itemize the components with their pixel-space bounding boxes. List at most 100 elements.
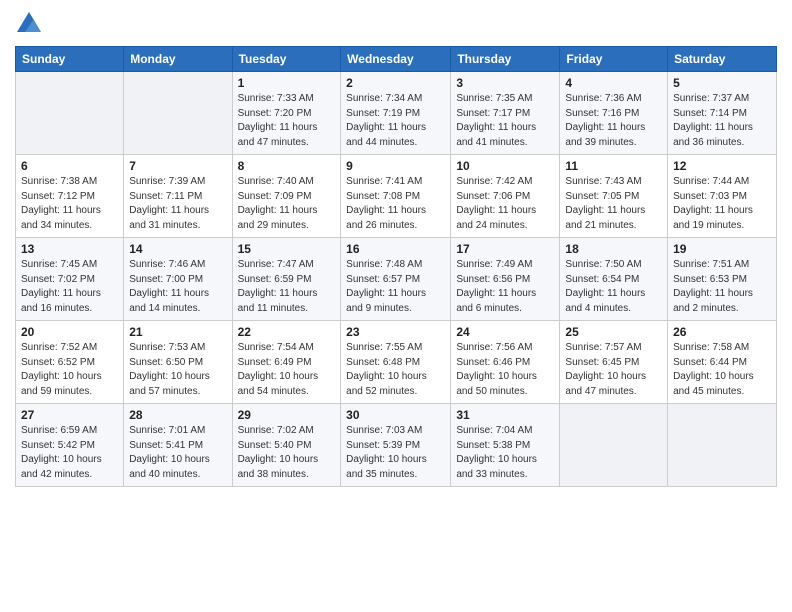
day-info: Sunrise: 7:36 AM Sunset: 7:16 PM Dayligh… [565,92,662,150]
day-number: 12 [673,159,771,173]
day-number: 8 [238,159,336,173]
day-info: Sunrise: 7:46 AM Sunset: 7:00 PM Dayligh… [129,258,226,316]
calendar-cell: 2Sunrise: 7:34 AM Sunset: 7:19 PM Daylig… [341,72,451,155]
day-info: Sunrise: 7:39 AM Sunset: 7:11 PM Dayligh… [129,175,226,233]
day-number: 21 [129,325,226,339]
calendar-cell: 1 Sunrise: 7:33 AM Sunset: 7:20 PM Daylig… [232,72,341,155]
calendar-cell: 9 Sunrise: 7:41 AM Sunset: 7:08 PM Daylig… [341,155,451,238]
calendar-cell: 31 Sunrise: 7:04 AM Sunset: 5:38 PM Dayli… [451,404,560,487]
calendar-cell [16,72,124,155]
calendar-cell: 25Sunrise: 7:57 AM Sunset: 6:45 PM Dayli… [560,321,668,404]
day-number: 4 [565,76,662,90]
week-row-3: 13Sunrise: 7:45 AM Sunset: 7:02 PM Dayli… [16,238,777,321]
day-info: Sunrise: 7:04 AM Sunset: 5:38 PM Dayligh… [456,424,554,482]
day-info: Sunrise: 7:35 AM Sunset: 7:17 PM Dayligh… [456,92,554,150]
day-number: 6 [21,159,118,173]
calendar-cell: 19 Sunrise: 7:51 AM Sunset: 6:53 PM Dayli… [668,238,777,321]
calendar-cell: 8 Sunrise: 7:40 AM Sunset: 7:09 PM Daylig… [232,155,341,238]
day-number: 11 [565,159,662,173]
day-info: Sunrise: 7:42 AM Sunset: 7:06 PM Dayligh… [456,175,554,233]
calendar-cell: 16 Sunrise: 7:48 AM Sunset: 6:57 PM Dayli… [341,238,451,321]
calendar-cell: 20 Sunrise: 7:52 AM Sunset: 6:52 PM Dayli… [16,321,124,404]
calendar-cell: 27 Sunrise: 6:59 AM Sunset: 5:42 PM Dayli… [16,404,124,487]
day-info: Sunrise: 7:54 AM Sunset: 6:49 PM Dayligh… [238,341,336,399]
calendar-cell: 5 Sunrise: 7:37 AM Sunset: 7:14 PM Daylig… [668,72,777,155]
day-info: Sunrise: 7:49 AM Sunset: 6:56 PM Dayligh… [456,258,554,316]
day-info: Sunrise: 7:40 AM Sunset: 7:09 PM Dayligh… [238,175,336,233]
day-number: 27 [21,408,118,422]
day-number: 30 [346,408,445,422]
day-info: Sunrise: 7:43 AM Sunset: 7:05 PM Dayligh… [565,175,662,233]
calendar-cell: 15 Sunrise: 7:47 AM Sunset: 6:59 PM Dayli… [232,238,341,321]
day-info: Sunrise: 7:55 AM Sunset: 6:48 PM Dayligh… [346,341,445,399]
weekday-header-thursday: Thursday [451,47,560,72]
day-info: Sunrise: 7:51 AM Sunset: 6:53 PM Dayligh… [673,258,771,316]
weekday-header-sunday: Sunday [16,47,124,72]
day-info: Sunrise: 7:45 AM Sunset: 7:02 PM Dayligh… [21,258,118,316]
calendar-cell: 26Sunrise: 7:58 AM Sunset: 6:44 PM Dayli… [668,321,777,404]
calendar-cell [124,72,232,155]
day-number: 19 [673,242,771,256]
calendar-cell: 7Sunrise: 7:39 AM Sunset: 7:11 PM Daylig… [124,155,232,238]
calendar-cell: 14 Sunrise: 7:46 AM Sunset: 7:00 PM Dayli… [124,238,232,321]
calendar-cell: 30 Sunrise: 7:03 AM Sunset: 5:39 PM Dayli… [341,404,451,487]
calendar-cell: 21 Sunrise: 7:53 AM Sunset: 6:50 PM Dayli… [124,321,232,404]
calendar-cell: 24 Sunrise: 7:56 AM Sunset: 6:46 PM Dayli… [451,321,560,404]
day-number: 25 [565,325,662,339]
day-number: 31 [456,408,554,422]
header [15,10,777,38]
logo [15,10,47,38]
day-info: Sunrise: 7:41 AM Sunset: 7:08 PM Dayligh… [346,175,445,233]
calendar-cell [560,404,668,487]
day-info: Sunrise: 7:56 AM Sunset: 6:46 PM Dayligh… [456,341,554,399]
day-info: Sunrise: 7:02 AM Sunset: 5:40 PM Dayligh… [238,424,336,482]
day-number: 28 [129,408,226,422]
day-info: Sunrise: 7:44 AM Sunset: 7:03 PM Dayligh… [673,175,771,233]
calendar-table: SundayMondayTuesdayWednesdayThursdayFrid… [15,46,777,487]
day-info: Sunrise: 7:37 AM Sunset: 7:14 PM Dayligh… [673,92,771,150]
weekday-header-friday: Friday [560,47,668,72]
calendar-cell: 23Sunrise: 7:55 AM Sunset: 6:48 PM Dayli… [341,321,451,404]
day-info: Sunrise: 7:47 AM Sunset: 6:59 PM Dayligh… [238,258,336,316]
day-number: 9 [346,159,445,173]
day-number: 1 [238,76,336,90]
day-number: 20 [21,325,118,339]
day-info: Sunrise: 7:38 AM Sunset: 7:12 PM Dayligh… [21,175,118,233]
day-info: Sunrise: 7:01 AM Sunset: 5:41 PM Dayligh… [129,424,226,482]
week-row-2: 6 Sunrise: 7:38 AM Sunset: 7:12 PM Daylig… [16,155,777,238]
weekday-header-row: SundayMondayTuesdayWednesdayThursdayFrid… [16,47,777,72]
weekday-header-saturday: Saturday [668,47,777,72]
weekday-header-tuesday: Tuesday [232,47,341,72]
week-row-5: 27 Sunrise: 6:59 AM Sunset: 5:42 PM Dayli… [16,404,777,487]
day-number: 5 [673,76,771,90]
day-number: 24 [456,325,554,339]
day-info: Sunrise: 7:33 AM Sunset: 7:20 PM Dayligh… [238,92,336,150]
day-number: 26 [673,325,771,339]
logo-icon [15,10,43,38]
weekday-header-monday: Monday [124,47,232,72]
day-number: 14 [129,242,226,256]
day-number: 3 [456,76,554,90]
day-info: Sunrise: 7:53 AM Sunset: 6:50 PM Dayligh… [129,341,226,399]
day-number: 10 [456,159,554,173]
calendar-cell: 13Sunrise: 7:45 AM Sunset: 7:02 PM Dayli… [16,238,124,321]
day-number: 15 [238,242,336,256]
day-number: 16 [346,242,445,256]
day-number: 29 [238,408,336,422]
day-number: 2 [346,76,445,90]
day-info: Sunrise: 6:59 AM Sunset: 5:42 PM Dayligh… [21,424,118,482]
calendar-cell: 29 Sunrise: 7:02 AM Sunset: 5:40 PM Dayli… [232,404,341,487]
day-info: Sunrise: 7:48 AM Sunset: 6:57 PM Dayligh… [346,258,445,316]
week-row-4: 20 Sunrise: 7:52 AM Sunset: 6:52 PM Dayli… [16,321,777,404]
day-info: Sunrise: 7:52 AM Sunset: 6:52 PM Dayligh… [21,341,118,399]
calendar-cell: 4 Sunrise: 7:36 AM Sunset: 7:16 PM Daylig… [560,72,668,155]
calendar-cell: 22Sunrise: 7:54 AM Sunset: 6:49 PM Dayli… [232,321,341,404]
calendar-cell: 11 Sunrise: 7:43 AM Sunset: 7:05 PM Dayli… [560,155,668,238]
calendar-cell: 18 Sunrise: 7:50 AM Sunset: 6:54 PM Dayli… [560,238,668,321]
day-number: 18 [565,242,662,256]
calendar-cell: 6 Sunrise: 7:38 AM Sunset: 7:12 PM Daylig… [16,155,124,238]
day-info: Sunrise: 7:03 AM Sunset: 5:39 PM Dayligh… [346,424,445,482]
page: SundayMondayTuesdayWednesdayThursdayFrid… [0,0,792,612]
calendar-cell: 28 Sunrise: 7:01 AM Sunset: 5:41 PM Dayli… [124,404,232,487]
day-info: Sunrise: 7:50 AM Sunset: 6:54 PM Dayligh… [565,258,662,316]
